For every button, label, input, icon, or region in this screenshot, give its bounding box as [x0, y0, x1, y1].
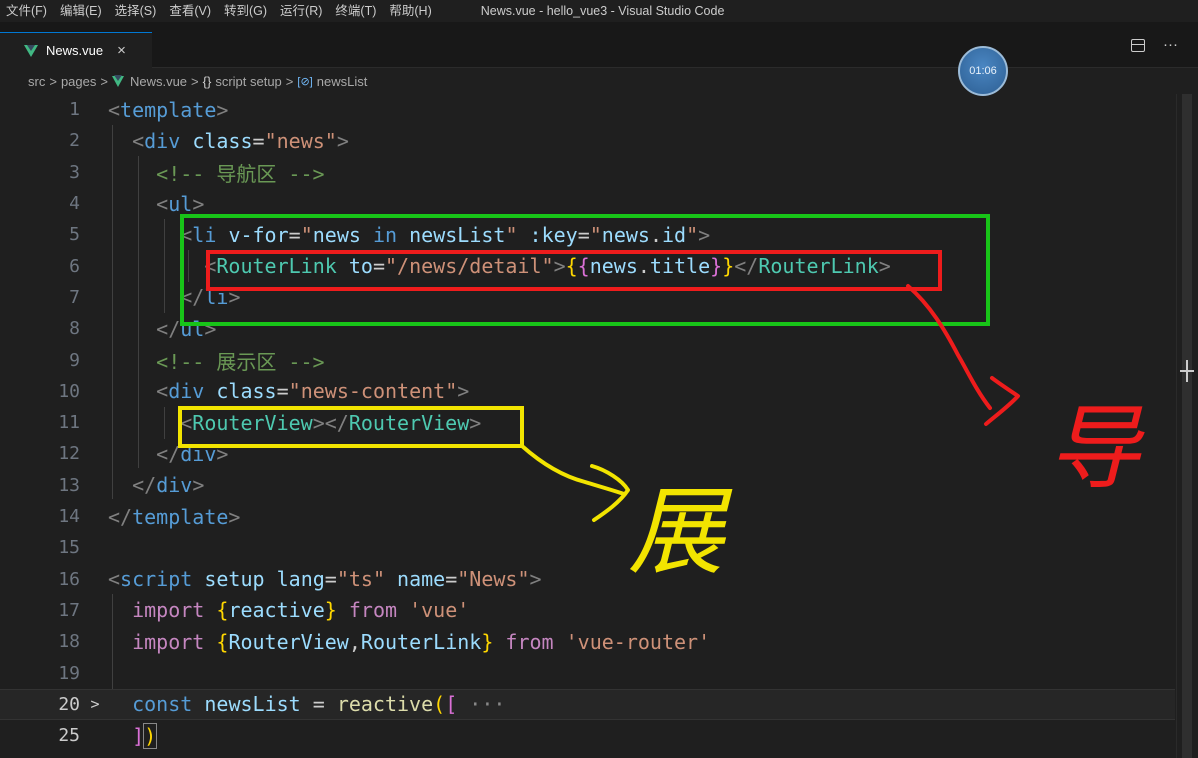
line-number: 9 — [69, 349, 80, 371]
scroll-marker — [1186, 360, 1188, 382]
line-number: 2 — [69, 130, 80, 152]
line-number: 12 — [58, 443, 80, 465]
code-line: 5 <li v-for="news in newsList" :key="new… — [0, 219, 1175, 250]
tab-actions: ··· — [1131, 36, 1178, 53]
close-icon[interactable]: × — [117, 42, 126, 59]
breadcrumb: src > pages > News.vue > {} script setup… — [0, 68, 1198, 94]
code-line: 14 </template> — [0, 501, 1175, 532]
code-line: 4 <ul> — [0, 188, 1175, 219]
chevron-right-icon: > — [100, 73, 108, 89]
vertical-scrollbar[interactable] — [1176, 94, 1198, 758]
braces-icon: {} — [202, 73, 212, 89]
code-line-current: 20 > const newsList = reactive([ ··· — [0, 688, 1175, 720]
code-line: 25 ]) — [0, 720, 1175, 751]
code-line: 1 <template> — [0, 94, 1175, 125]
line-number: 19 — [58, 662, 80, 684]
code-line: 18 import {RouterView,RouterLink} from '… — [0, 626, 1175, 657]
more-icon[interactable]: ··· — [1163, 36, 1178, 53]
tab-news-vue[interactable]: News.vue × — [0, 32, 152, 68]
line-number: 25 — [58, 725, 80, 747]
menubar: 文件(F) 编辑(E) 选择(S) 查看(V) 转到(G) 运行(R) 终端(T… — [0, 0, 1198, 22]
breadcrumb-symbol[interactable]: newsList — [317, 74, 368, 89]
line-number: 3 — [69, 161, 80, 183]
breadcrumb-file[interactable]: News.vue — [130, 74, 187, 89]
line-number: 4 — [69, 193, 80, 215]
code-line: 17 import {reactive} from 'vue' — [0, 595, 1175, 626]
breadcrumb-pages[interactable]: pages — [61, 74, 96, 89]
line-number: 17 — [58, 599, 80, 621]
menu-go[interactable]: 转到(G) — [218, 0, 274, 22]
vue-icon — [24, 44, 38, 57]
line-number: 14 — [58, 506, 80, 528]
breadcrumb-src[interactable]: src — [28, 74, 45, 89]
line-number: 18 — [58, 631, 80, 653]
menu-selection[interactable]: 选择(S) — [109, 0, 164, 22]
tab-bar: News.vue × ··· — [0, 22, 1198, 68]
variable-icon: [⊘] — [297, 75, 313, 88]
menu-edit[interactable]: 编辑(E) — [54, 0, 109, 22]
vue-icon — [111, 74, 124, 87]
code-line: 10 <div class="news-content"> — [0, 376, 1175, 407]
code-line: 8 </ul> — [0, 313, 1175, 344]
line-number: 6 — [69, 255, 80, 277]
line-number: 1 — [69, 99, 80, 121]
code-line: 3 <!-- 导航区 --> — [0, 157, 1175, 188]
tab-label: News.vue — [46, 43, 104, 58]
line-number: 8 — [69, 318, 80, 340]
folded-ellipsis[interactable]: ··· — [469, 692, 505, 716]
split-editor-icon[interactable] — [1131, 39, 1145, 52]
chevron-right-icon: > — [49, 73, 57, 89]
chevron-right-icon: > — [285, 73, 294, 89]
window-title: News.vue - hello_vue3 - Visual Studio Co… — [480, 4, 725, 18]
code-line: 2 <div class="news"> — [0, 125, 1175, 156]
scrollbar-thumb[interactable] — [1182, 94, 1192, 758]
line-number: 15 — [58, 537, 80, 559]
menu-file[interactable]: 文件(F) — [0, 0, 54, 22]
code-editor[interactable]: 1 <template> 2 <div class="news"> 3 <!-- … — [0, 94, 1198, 758]
code-line: 7 </li> — [0, 282, 1175, 313]
code-line: 6 <RouterLink to="/news/detail">{{news.t… — [0, 251, 1175, 282]
code-line: 19 — [0, 657, 1175, 688]
line-number: 5 — [69, 224, 80, 246]
menu-run[interactable]: 运行(R) — [274, 0, 329, 22]
chevron-right-icon: > — [191, 73, 199, 89]
line-number: 11 — [58, 412, 80, 434]
menu-terminal[interactable]: 终端(T) — [329, 0, 383, 22]
line-number: 16 — [58, 568, 80, 590]
code-line: 15 — [0, 532, 1175, 563]
code-line: 12 </div> — [0, 438, 1175, 469]
recording-timer[interactable]: 01:06 — [958, 46, 1008, 96]
line-number: 10 — [58, 380, 80, 402]
code-line: 13 </div> — [0, 470, 1175, 501]
line-number: 13 — [58, 474, 80, 496]
line-number: 20 — [58, 693, 80, 715]
code-line: 9 <!-- 展示区 --> — [0, 344, 1175, 375]
menu-help[interactable]: 帮助(H) — [383, 0, 438, 22]
breadcrumb-script-setup[interactable]: script setup — [215, 74, 281, 89]
fold-chevron-icon[interactable]: > — [82, 695, 108, 713]
menu-view[interactable]: 查看(V) — [163, 0, 218, 22]
code-line: 16 <script setup lang="ts" name="News"> — [0, 564, 1175, 595]
code-line: 11 <RouterView></RouterView> — [0, 407, 1175, 438]
line-number: 7 — [69, 286, 80, 308]
